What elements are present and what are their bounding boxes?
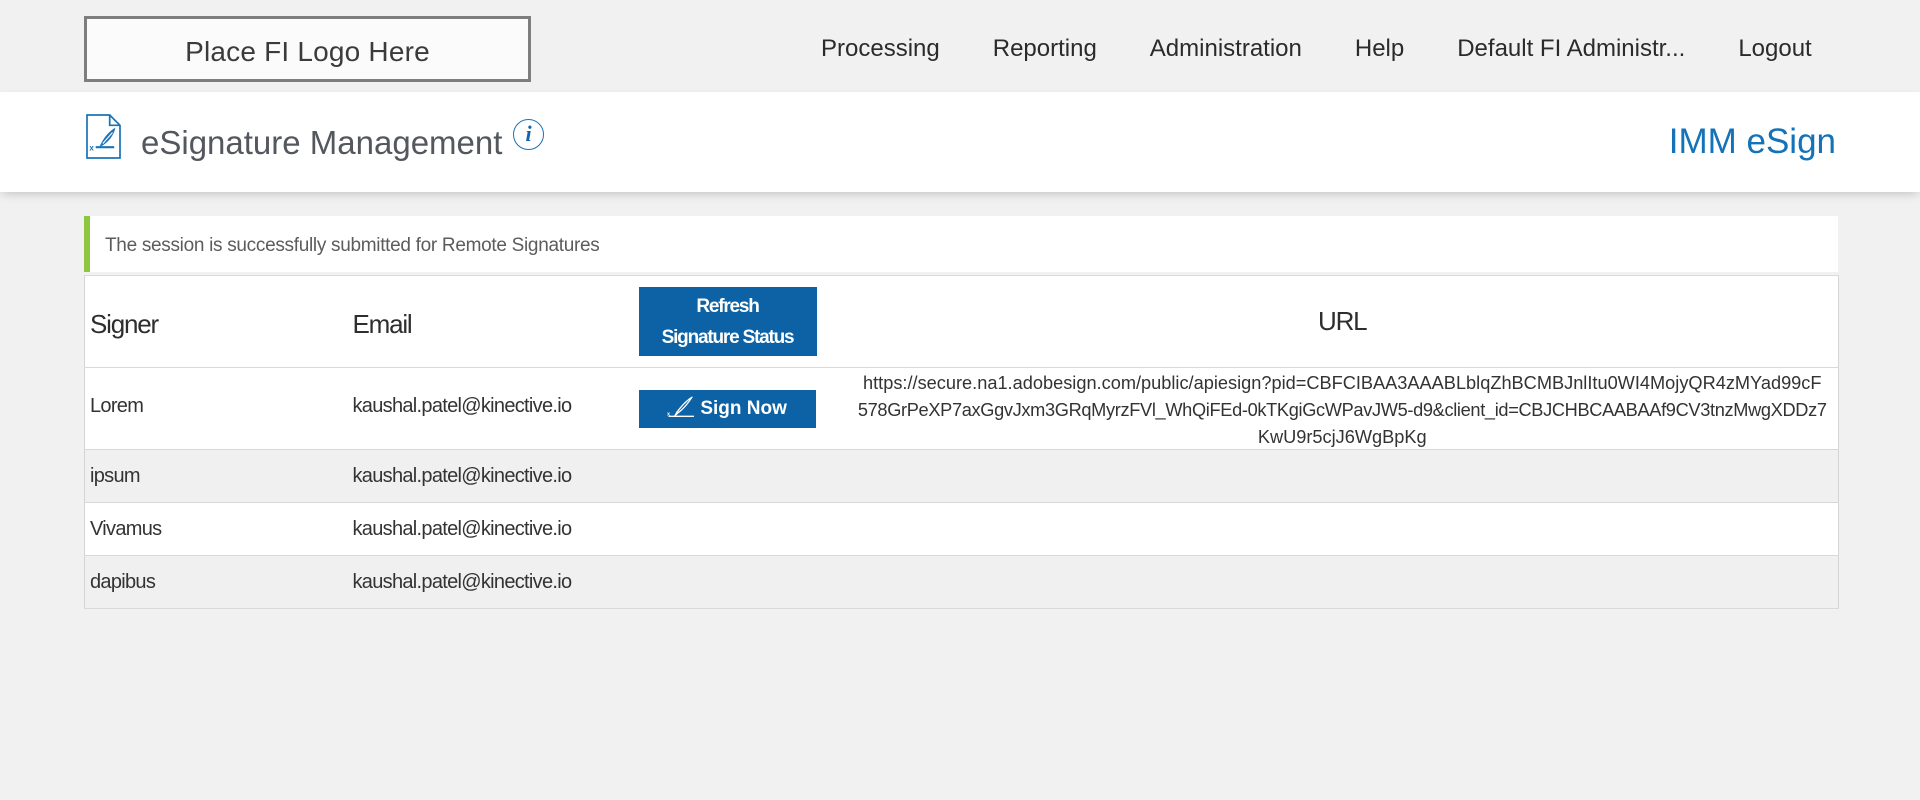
svg-text:x: x bbox=[89, 143, 94, 152]
